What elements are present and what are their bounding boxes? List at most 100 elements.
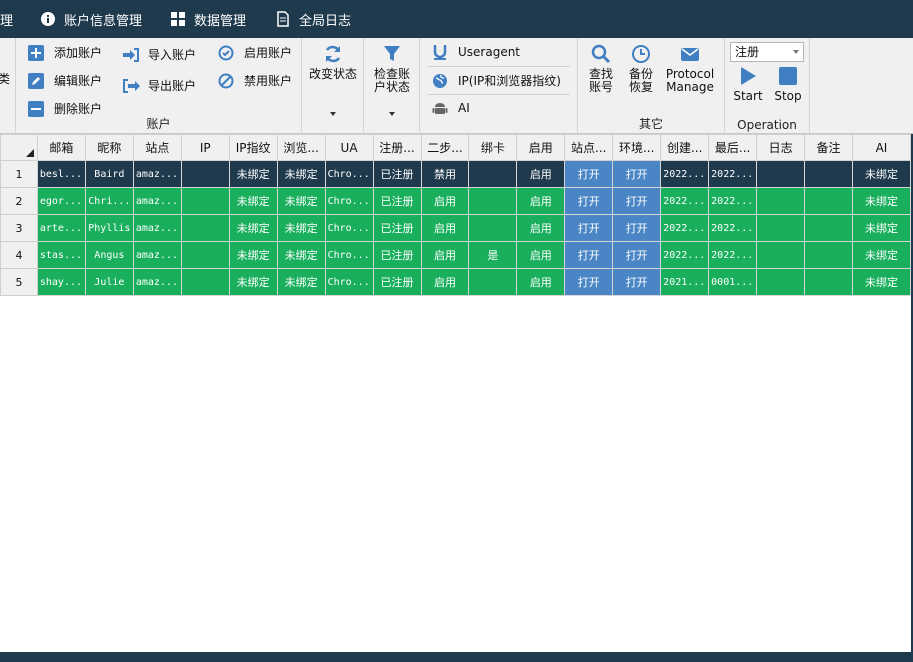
open-button-cell[interactable]: 打开 xyxy=(564,241,614,269)
table-cell[interactable] xyxy=(756,187,806,215)
column-header[interactable]: 绑卡 xyxy=(468,134,518,161)
select-all-corner[interactable] xyxy=(0,134,38,161)
table-cell[interactable]: 未绑定 xyxy=(276,214,326,242)
table-cell[interactable]: 2022... xyxy=(708,160,758,188)
table-cell[interactable]: amaz... xyxy=(132,187,182,215)
table-cell[interactable]: Chri... xyxy=(84,187,134,215)
table-cell[interactable]: Chro... xyxy=(324,160,374,188)
table-cell[interactable]: 2022... xyxy=(660,187,710,215)
open-button-cell[interactable]: 打开 xyxy=(564,268,614,296)
table-cell[interactable]: 未绑定 xyxy=(276,268,326,296)
table-cell[interactable]: shay... xyxy=(36,268,86,296)
row-number[interactable]: 3 xyxy=(0,214,38,242)
table-cell[interactable]: besl... xyxy=(36,160,86,188)
open-button-cell[interactable]: 打开 xyxy=(612,214,662,242)
table-cell[interactable]: amaz... xyxy=(132,268,182,296)
import-account-button[interactable]: 导入账户 xyxy=(122,46,196,63)
table-cell[interactable] xyxy=(180,160,230,188)
open-button-cell[interactable]: 打开 xyxy=(612,160,662,188)
column-header[interactable]: IP指纹 xyxy=(228,134,278,161)
table-row[interactable]: 4 stas... Angus amaz... 未绑定 未绑定 Chro... 已注册 启用是启… xyxy=(0,241,912,269)
chevron-down-icon[interactable] xyxy=(330,112,336,116)
table-cell[interactable]: egor... xyxy=(36,187,86,215)
find-account-button[interactable]: 查找账号 xyxy=(582,44,620,94)
enable-account-button[interactable]: 启用账户 xyxy=(218,44,292,61)
table-cell[interactable]: stas... xyxy=(36,241,86,269)
useragent-button[interactable]: Useragent xyxy=(432,44,520,60)
table-cell[interactable]: 2021... xyxy=(660,268,710,296)
table-cell[interactable] xyxy=(180,187,230,215)
column-header[interactable]: 日志 xyxy=(756,134,806,161)
table-cell[interactable]: amaz... xyxy=(132,214,182,242)
column-header[interactable]: 注册... xyxy=(372,134,422,161)
column-header[interactable]: 二步... xyxy=(420,134,470,161)
row-number[interactable]: 5 xyxy=(0,268,38,296)
ai-button[interactable]: AI xyxy=(432,100,470,116)
table-row[interactable]: 2 egor... Chri... amaz... 未绑定 未绑定 Chro... 已注册 启用… xyxy=(0,187,912,215)
table-cell[interactable] xyxy=(804,160,853,188)
open-button-cell[interactable]: 打开 xyxy=(564,160,614,188)
table-cell[interactable]: 禁用 xyxy=(420,160,470,188)
menu-item-data-manage[interactable]: 数据管理 xyxy=(170,0,246,38)
table-cell[interactable]: 未绑定 xyxy=(851,160,912,188)
column-header[interactable]: 备注 xyxy=(804,134,853,161)
table-cell[interactable]: 启用 xyxy=(516,241,566,269)
column-header[interactable]: IP xyxy=(180,134,230,161)
column-header[interactable]: 昵称 xyxy=(84,134,134,161)
table-cell[interactable] xyxy=(756,214,806,242)
add-account-button[interactable]: 添加账户 xyxy=(28,44,102,61)
open-button-cell[interactable]: 打开 xyxy=(612,268,662,296)
table-cell[interactable]: 启用 xyxy=(516,187,566,215)
table-cell[interactable]: 启用 xyxy=(420,214,470,242)
table-cell[interactable]: 未绑定 xyxy=(851,187,912,215)
open-button-cell[interactable]: 打开 xyxy=(612,187,662,215)
row-number[interactable]: 1 xyxy=(0,160,38,188)
change-status-button[interactable]: 改变状态 xyxy=(308,44,358,81)
disable-account-button[interactable]: 禁用账户 xyxy=(218,72,292,89)
table-cell[interactable]: Chro... xyxy=(324,214,374,242)
open-button-cell[interactable]: 打开 xyxy=(612,241,662,269)
export-account-button[interactable]: 导出账户 xyxy=(122,77,196,94)
table-cell[interactable]: 2022... xyxy=(660,241,710,269)
table-cell[interactable]: 已注册 xyxy=(372,187,422,215)
table-cell[interactable] xyxy=(180,214,230,242)
table-cell[interactable]: 已注册 xyxy=(372,214,422,242)
table-cell[interactable]: Julie xyxy=(84,268,134,296)
table-cell[interactable]: 2022... xyxy=(660,214,710,242)
table-cell[interactable]: 未绑定 xyxy=(851,214,912,242)
stop-button[interactable]: Stop xyxy=(770,66,806,103)
column-header[interactable]: 创建... xyxy=(660,134,710,161)
table-cell[interactable] xyxy=(468,268,518,296)
edit-account-button[interactable]: 编辑账户 xyxy=(28,72,102,89)
column-header[interactable]: 最后... xyxy=(708,134,758,161)
table-row[interactable]: 5 shay... Julie amaz... 未绑定 未绑定 Chro... 已注册 启用 启用… xyxy=(0,268,912,296)
table-cell[interactable]: 启用 xyxy=(420,241,470,269)
table-cell[interactable]: 2022... xyxy=(708,241,758,269)
protocol-manage-button[interactable]: Protocol Manage xyxy=(664,44,716,94)
table-cell[interactable]: Chro... xyxy=(324,187,374,215)
table-cell[interactable]: Chro... xyxy=(324,268,374,296)
ip-fingerprint-button[interactable]: IP(IP和浏览器指纹) xyxy=(432,72,561,89)
table-cell[interactable]: 启用 xyxy=(420,268,470,296)
table-cell[interactable] xyxy=(468,160,518,188)
start-button[interactable]: Start xyxy=(730,66,766,103)
table-cell[interactable]: amaz... xyxy=(132,160,182,188)
column-header[interactable]: 环境... xyxy=(612,134,662,161)
table-cell[interactable]: 已注册 xyxy=(372,160,422,188)
table-cell[interactable]: 未绑定 xyxy=(228,160,278,188)
table-cell[interactable]: 未绑定 xyxy=(228,241,278,269)
column-header[interactable]: 站点 xyxy=(132,134,182,161)
table-cell[interactable]: 未绑定 xyxy=(276,241,326,269)
table-cell[interactable]: 已注册 xyxy=(372,268,422,296)
table-row[interactable]: 1 besl... Baird amaz... 未绑定 未绑定 Chro... 已注册 禁用 启用… xyxy=(0,160,912,188)
table-cell[interactable]: 未绑定 xyxy=(851,268,912,296)
table-cell[interactable] xyxy=(468,214,518,242)
table-cell[interactable] xyxy=(756,241,806,269)
table-cell[interactable]: 未绑定 xyxy=(228,187,278,215)
row-number[interactable]: 2 xyxy=(0,187,38,215)
table-cell[interactable] xyxy=(804,214,853,242)
open-button-cell[interactable]: 打开 xyxy=(564,214,614,242)
backup-restore-button[interactable]: 备份恢复 xyxy=(622,44,660,94)
column-header[interactable]: UA xyxy=(324,134,374,161)
operation-mode-select[interactable]: 注册 xyxy=(730,42,804,62)
